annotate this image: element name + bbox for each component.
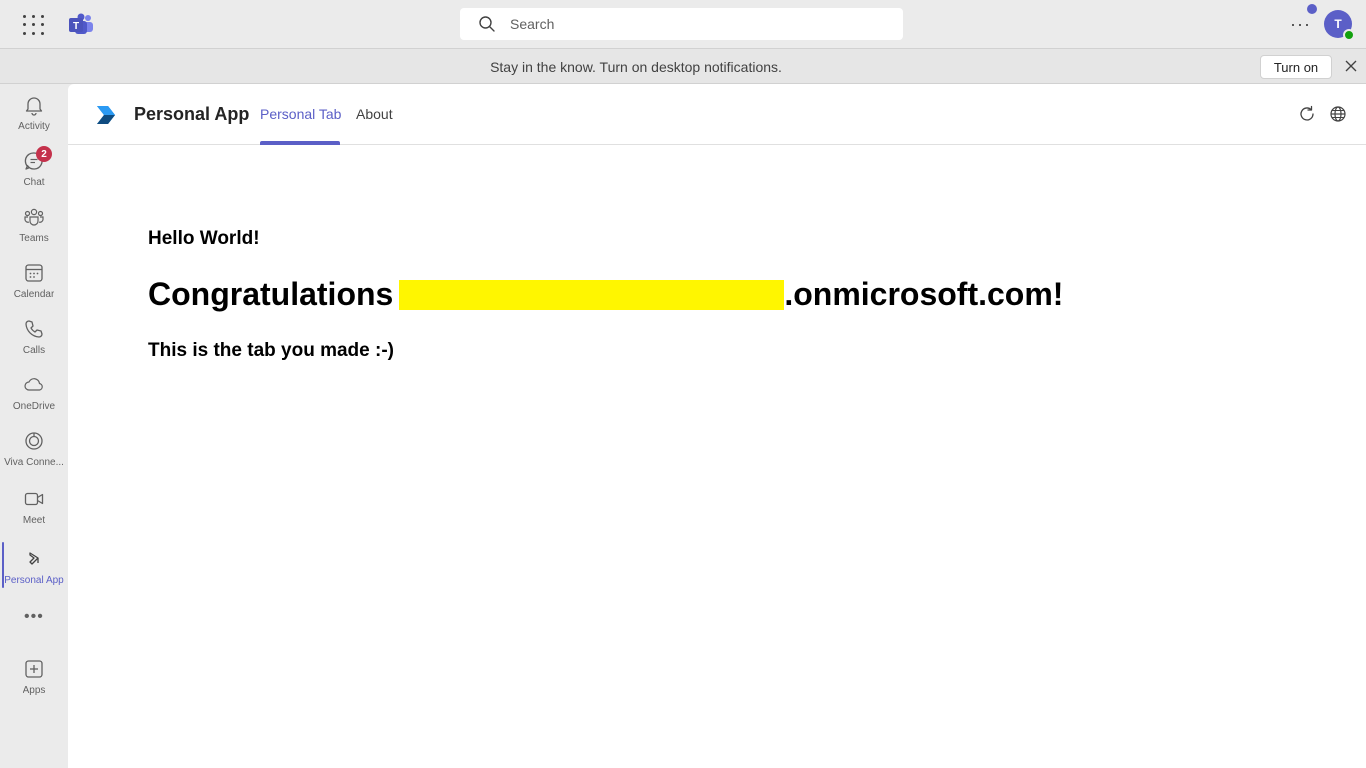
video-icon [24,492,44,506]
hello-heading: Hello World! [148,228,260,249]
notification-banner: Stay in the know. Turn on desktop notifi… [0,48,1366,84]
turn-on-button[interactable]: Turn on [1260,55,1332,79]
add-apps-icon [25,660,43,678]
tab-message: This is the tab you made :-) [148,340,394,361]
rail-item-viva-connections[interactable]: Viva Conne... [0,422,68,476]
tab-personal-tab[interactable]: Personal Tab [260,106,341,122]
banner-text: Stay in the know. Turn on desktop notifi… [490,59,782,75]
rail-item-label: Chat [23,177,45,188]
svg-text:T: T [73,21,79,32]
app-logo-icon [97,106,115,124]
rail-item-label: Calendar [13,289,55,300]
teams-logo-icon: T [69,13,93,34]
rail-item-label: Activity [18,121,50,132]
congrats-prefix: Congratulations [148,276,394,312]
bell-icon [25,97,43,116]
main-panel: Personal App Personal Tab About Hello Wo… [68,84,1366,768]
search-input[interactable] [510,16,870,32]
active-tab-indicator [260,141,340,145]
viva-connections-icon [25,432,43,450]
rail-item-teams[interactable]: Teams [0,198,68,252]
rail-item-label: Meet [22,515,46,526]
rail-item-label: Viva Conne... [4,457,64,468]
redacted-username [399,279,785,310]
unread-badge: 2 [36,146,52,162]
cloud-icon [24,378,43,391]
search-box[interactable] [460,8,903,40]
title-bar: T ··· T [0,0,1366,48]
rail-item-label: Apps [22,685,46,696]
rail-item-meet[interactable]: Meet [0,480,68,534]
notification-dot [1307,4,1317,14]
rail-item-activity[interactable]: Activity [0,86,68,140]
personal-app-icon [29,552,39,565]
app-title: Personal App [134,104,250,124]
refresh-icon[interactable] [1298,105,1316,123]
rail-item-onedrive[interactable]: OneDrive [0,366,68,420]
avatar[interactable]: T [1324,10,1355,41]
search-icon [479,16,495,32]
globe-icon[interactable] [1329,105,1347,123]
more-options-icon[interactable]: ··· [1290,14,1311,35]
congrats-suffix: .onmicrosoft.com! [784,276,1064,312]
more-apps-icon[interactable]: ••• [24,608,44,626]
presence-available-icon [1343,29,1355,41]
close-icon[interactable] [1344,59,1358,73]
rail-item-label: Teams [19,233,49,244]
rail-item-personal-app[interactable]: Personal App [0,540,68,594]
rail-item-apps[interactable]: Apps [0,650,68,704]
app-launcher-icon[interactable] [22,14,44,36]
calendar-icon [25,264,43,282]
congratulations-heading: Congratulations .onmicrosoft.com! [148,276,1063,313]
tab-about[interactable]: About [356,106,393,122]
rail-item-label: Personal App [4,575,64,586]
app-header: Personal App Personal Tab About [68,84,1366,145]
app-rail: Activity 2 Chat Teams Calendar Calls One… [0,84,68,768]
rail-item-calls[interactable]: Calls [0,310,68,364]
rail-item-label: OneDrive [12,401,56,412]
rail-item-label: Calls [22,345,46,356]
teams-icon [24,208,44,226]
rail-item-chat[interactable]: 2 Chat [0,142,68,196]
rail-item-calendar[interactable]: Calendar [0,254,68,308]
phone-icon [25,320,43,338]
avatar-initial: T [1334,17,1342,31]
